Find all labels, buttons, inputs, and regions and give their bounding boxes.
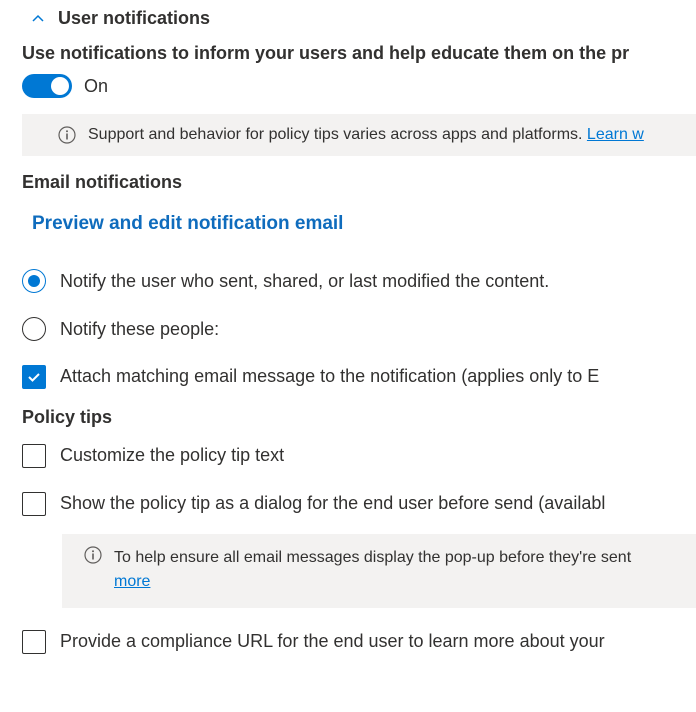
- email-notifications-title: Email notifications: [0, 172, 696, 201]
- compliance-url-checkbox[interactable]: [22, 630, 46, 654]
- info-banner-text: Support and behavior for policy tips var…: [88, 126, 587, 143]
- toggle-state-label: On: [84, 76, 108, 97]
- compliance-url-label: Provide a compliance URL for the end use…: [60, 630, 605, 652]
- preview-edit-link[interactable]: Preview and edit notification email: [0, 201, 696, 263]
- chevron-up-icon[interactable]: [30, 11, 46, 27]
- notify-sender-radio[interactable]: [22, 269, 46, 293]
- section-title: User notifications: [58, 8, 210, 29]
- show-dialog-checkbox[interactable]: [22, 492, 46, 516]
- customize-tip-label: Customize the policy tip text: [60, 444, 284, 466]
- notify-people-radio[interactable]: [22, 317, 46, 341]
- policy-tips-title: Policy tips: [0, 407, 696, 438]
- info-icon: [58, 126, 76, 144]
- learn-more-link[interactable]: Learn w: [587, 126, 644, 143]
- notify-sender-label: Notify the user who sent, shared, or las…: [60, 271, 549, 292]
- nested-info-text: To help ensure all email messages displa…: [114, 549, 631, 566]
- customize-tip-checkbox[interactable]: [22, 444, 46, 468]
- nested-learn-more-link[interactable]: more: [114, 573, 150, 590]
- info-icon: [84, 546, 102, 564]
- notify-people-label: Notify these people:: [60, 319, 219, 340]
- attach-email-label: Attach matching email message to the not…: [60, 365, 599, 387]
- info-banner: Support and behavior for policy tips var…: [22, 114, 696, 156]
- notifications-toggle[interactable]: [22, 74, 72, 98]
- attach-email-checkbox[interactable]: [22, 365, 46, 389]
- section-description: Use notifications to inform your users a…: [0, 37, 696, 74]
- show-dialog-label: Show the policy tip as a dialog for the …: [60, 492, 605, 514]
- nested-info-banner: To help ensure all email messages displa…: [62, 534, 696, 608]
